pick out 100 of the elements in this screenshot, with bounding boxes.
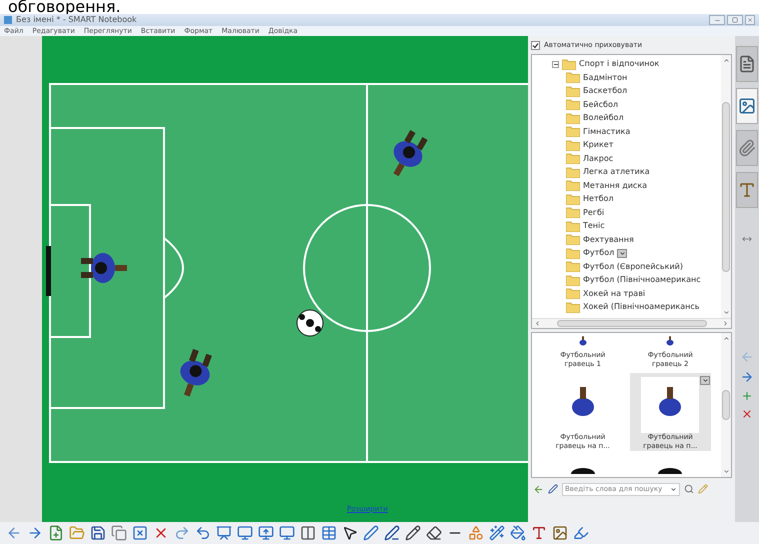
search-icon[interactable] xyxy=(684,484,694,494)
folder-icon xyxy=(566,140,580,151)
tree-item[interactable]: Метання диска xyxy=(583,180,648,192)
delete-box-icon[interactable] xyxy=(132,525,148,541)
tree-item[interactable]: Бадмінтон xyxy=(583,72,628,84)
pencil-icon[interactable] xyxy=(405,525,421,541)
caret-icon[interactable] xyxy=(670,486,677,492)
side-tab[interactable] xyxy=(736,46,758,82)
tree-item[interactable]: Хокей на траві xyxy=(583,288,646,300)
folder-icon xyxy=(566,220,580,232)
close-button[interactable] xyxy=(745,15,755,25)
caret-icon xyxy=(618,250,626,257)
save-icon[interactable] xyxy=(90,525,106,541)
dual-page-icon[interactable] xyxy=(300,525,316,541)
folder-icon xyxy=(562,58,576,70)
scroll-thumb[interactable] xyxy=(556,320,706,327)
checkbox[interactable] xyxy=(531,40,540,50)
scroll-down-icon[interactable] xyxy=(722,468,730,475)
scroll-up-icon[interactable] xyxy=(722,57,730,64)
folder-icon xyxy=(566,274,580,286)
eraser-icon[interactable] xyxy=(426,525,442,541)
forward-icon[interactable] xyxy=(740,370,754,384)
scroll-down-icon[interactable] xyxy=(722,309,730,316)
folder-icon xyxy=(566,126,580,138)
dropdown-button[interactable] xyxy=(700,376,710,385)
folder-icon xyxy=(566,234,580,246)
highlighter-icon[interactable] xyxy=(573,525,589,541)
tree-item[interactable]: Спорт і відпочинок xyxy=(579,58,660,70)
fill-icon[interactable] xyxy=(510,525,526,541)
monitor-icon[interactable] xyxy=(279,525,295,541)
pen-icon[interactable] xyxy=(384,525,400,541)
monitor-icon[interactable] xyxy=(237,525,253,541)
undo-icon[interactable] xyxy=(195,525,211,541)
goal-drawing xyxy=(46,246,51,296)
gallery-icon xyxy=(738,97,756,115)
tree-item[interactable]: Гімнастика xyxy=(583,126,630,138)
image-icon[interactable] xyxy=(552,525,568,541)
delete-icon[interactable] xyxy=(741,408,753,420)
app-icon xyxy=(4,16,12,24)
side-tab[interactable] xyxy=(736,88,758,124)
tree-item[interactable]: Футбол xyxy=(583,247,614,260)
back-icon[interactable] xyxy=(533,484,544,494)
shapes-icon[interactable] xyxy=(468,525,484,541)
tree-item[interactable]: Хокей (Північноамерикансь xyxy=(583,301,700,314)
folder-icon xyxy=(566,180,580,192)
vertical-scrollbar[interactable] xyxy=(721,333,731,477)
table-icon[interactable] xyxy=(321,525,337,541)
folder-icon xyxy=(566,261,580,272)
tree-item[interactable]: Фехтування xyxy=(583,234,634,246)
scroll-right-icon[interactable] xyxy=(722,320,729,327)
back-icon[interactable] xyxy=(6,525,22,541)
caret-icon xyxy=(702,377,708,384)
scroll-thumb[interactable] xyxy=(722,102,730,272)
tree-item[interactable]: Крикет xyxy=(583,139,614,152)
scroll-thumb[interactable] xyxy=(722,390,730,420)
folder-icon xyxy=(566,99,580,110)
copy-icon[interactable] xyxy=(111,525,127,541)
pen-icon[interactable] xyxy=(363,525,379,541)
folder-icon xyxy=(566,302,580,313)
side-tab[interactable] xyxy=(736,130,758,166)
magic-pen-icon[interactable] xyxy=(489,525,505,541)
add-icon[interactable] xyxy=(741,390,753,402)
folder-icon xyxy=(566,153,580,164)
horizontal-scrollbar[interactable] xyxy=(532,318,731,328)
scroll-up-icon[interactable] xyxy=(722,335,730,342)
new-page-icon[interactable] xyxy=(48,525,64,541)
folder-icon xyxy=(566,166,580,178)
tree-item[interactable]: Футбол (Північноамериканс xyxy=(583,274,701,286)
vertical-scrollbar[interactable] xyxy=(721,55,731,318)
tree-item[interactable]: Лакрос xyxy=(583,152,614,165)
photo-placeholder xyxy=(641,377,700,433)
pointer-icon[interactable] xyxy=(342,525,358,541)
tree-item[interactable]: Регбі xyxy=(583,206,604,219)
folder-icon xyxy=(566,248,580,259)
forward-icon[interactable] xyxy=(27,525,43,541)
scroll-left-icon[interactable] xyxy=(534,320,541,327)
pen-icon[interactable] xyxy=(548,484,558,494)
folder-icon xyxy=(566,72,580,84)
folder-icon xyxy=(566,288,580,300)
tree-item[interactable]: Футбол (Європейський) xyxy=(583,260,683,273)
collapse-toggle[interactable] xyxy=(552,60,559,68)
tree-item[interactable]: Теніс xyxy=(583,220,605,232)
open-folder-icon[interactable] xyxy=(69,525,85,541)
page-sorter-icon xyxy=(738,55,756,73)
tree-item[interactable]: Легка атлетика xyxy=(583,166,650,178)
resize-icon[interactable] xyxy=(742,234,752,244)
restore-button[interactable] xyxy=(727,15,743,25)
tree-item[interactable]: Волейбол xyxy=(583,112,624,124)
text-icon[interactable] xyxy=(531,525,547,541)
player-drawing xyxy=(393,130,428,176)
dropdown-button[interactable] xyxy=(617,248,628,258)
window-title: Без імені * - SMART Notebook xyxy=(16,16,137,24)
ball-drawing xyxy=(296,310,324,336)
screen-shade-icon[interactable] xyxy=(216,525,232,541)
tree-item[interactable]: Бейсбол xyxy=(583,98,618,111)
monitor-icon[interactable] xyxy=(258,525,274,541)
side-tab[interactable] xyxy=(736,172,758,208)
tree-item[interactable]: Нетбол xyxy=(583,193,614,206)
redo-icon[interactable] xyxy=(174,525,190,541)
tree-item[interactable]: Баскетбол xyxy=(583,85,628,98)
